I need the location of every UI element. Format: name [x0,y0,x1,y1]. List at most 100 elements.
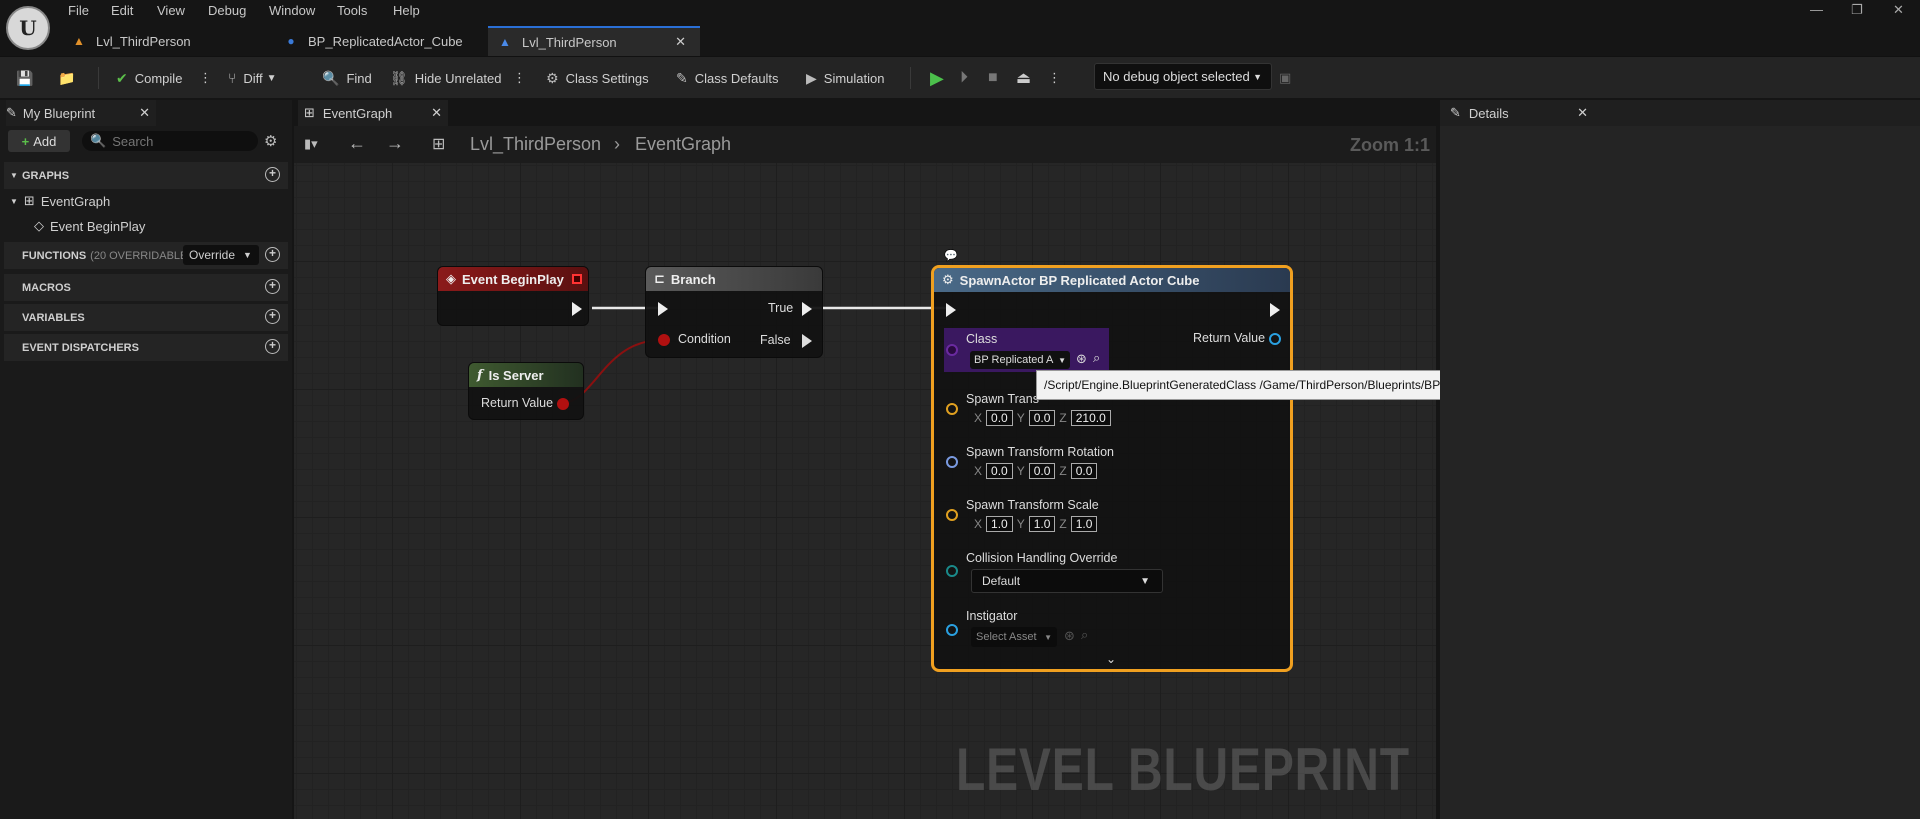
use-selected-icon[interactable]: ⊛ [1064,628,1075,644]
add-button[interactable]: + Add [8,130,70,152]
expand-advanced-icon[interactable]: ⌄ [1106,652,1116,666]
exec-false-pin[interactable] [802,334,812,348]
close-tab-icon[interactable]: ✕ [675,34,686,50]
use-selected-icon[interactable]: ⊛ [1076,351,1087,367]
menu-window[interactable]: Window [269,3,315,18]
menu-debug[interactable]: Debug [208,3,246,18]
class-settings-button[interactable]: ⚙ Class Settings [546,57,649,99]
diff-button[interactable]: ⑂ Diff ▼ [228,57,277,99]
zoom-indicator: Zoom 1:1 [1350,135,1431,155]
rotation-y-input[interactable]: 0.0 [1028,463,1056,479]
add-function-icon[interactable]: + [265,247,280,262]
unreal-logo-icon[interactable]: U [6,6,50,50]
add-dispatcher-icon[interactable]: + [265,339,280,354]
menu-file[interactable]: File [68,3,89,18]
delegate-pin-icon[interactable] [572,274,582,284]
compile-button[interactable]: ✔ Compile [116,57,182,99]
add-graph-icon[interactable]: + [265,167,280,182]
eject-icon[interactable]: ⏏ [1016,57,1031,99]
rotation-x-input[interactable]: 0.0 [986,463,1013,479]
doc-tab-level-1[interactable]: ▲ Lvl_ThirdPerson [72,26,272,56]
play-options-icon[interactable]: ⋮ [1048,57,1061,99]
doc-tab-level-active[interactable]: ▲ Lvl_ThirdPerson ✕ [488,26,700,56]
section-graphs[interactable]: ▼ GRAPHS + [4,162,288,189]
menu-help[interactable]: Help [393,3,420,18]
condition-pin[interactable] [658,334,670,346]
back-arrow-icon[interactable]: ← [348,133,366,154]
compile-options-icon[interactable]: ⋮ [199,57,212,99]
class-defaults-button[interactable]: ✎ Class Defaults [676,57,779,99]
add-variable-icon[interactable]: + [265,309,280,324]
browse-search-icon[interactable]: ⌕ [1081,627,1088,643]
node-spawn-actor[interactable]: ⚙ SpawnActor BP Replicated Actor Cube Cl… [931,265,1293,672]
close-window-icon[interactable]: ✕ [1893,2,1904,18]
scale-y-input[interactable]: 1.0 [1028,516,1056,532]
hide-options-icon[interactable]: ⋮ [513,57,526,99]
search-field[interactable]: 🔍 [82,131,258,151]
my-blueprint-tab[interactable]: ✎ My Blueprint ✕ [6,100,156,126]
save-icon[interactable]: 💾 [16,57,40,99]
close-tab-icon[interactable]: ✕ [431,105,442,121]
settings-gear-icon[interactable]: ⚙ [264,132,277,150]
rotation-z-input[interactable]: 0.0 [1070,463,1098,479]
menu-edit[interactable]: Edit [111,3,133,18]
spawn-rotation-pin[interactable] [946,456,958,468]
simulation-button[interactable]: ▶ Simulation [806,57,884,99]
stop-icon[interactable]: ■ [988,57,998,99]
find-button[interactable]: 🔍 Find [322,57,372,99]
exec-out-pin[interactable] [1270,303,1280,317]
class-pin[interactable] [946,344,958,356]
menu-view[interactable]: View [157,3,185,18]
exec-out-pin[interactable] [572,302,582,316]
scale-x-input[interactable]: 1.0 [986,516,1013,532]
translation-z-input[interactable]: 210.0 [1070,410,1111,426]
add-macro-icon[interactable]: + [265,279,280,294]
details-tab[interactable]: ✎ Details ✕ [1444,100,1594,126]
breadcrumb-level[interactable]: Lvl_ThirdPerson [470,134,601,155]
debug-object-select[interactable]: No debug object selected ▼ [1094,63,1272,90]
eventgraph-tab[interactable]: ⊞ EventGraph ✕ [298,100,448,126]
instigator-select[interactable]: Select Asset ▼ [971,627,1057,647]
exec-in-pin[interactable] [658,302,668,316]
graph-canvas[interactable]: ◈ Event BeginPlay f Is Server Return Val… [294,163,1436,819]
restore-icon[interactable]: ❐ [1851,2,1863,18]
close-tab-icon[interactable]: ✕ [139,105,150,121]
exec-true-pin[interactable] [802,302,812,316]
menu-tools[interactable]: Tools [337,3,367,18]
translation-y-input[interactable]: 0.0 [1028,410,1056,426]
bookmark-icon[interactable]: ▮▾ [304,136,318,152]
bool-out-pin[interactable] [557,398,569,410]
debug-filter-icon[interactable]: ▣ [1279,57,1291,99]
node-event-beginplay[interactable]: ◈ Event BeginPlay [437,266,589,326]
comment-bubble-icon[interactable]: 💬 [944,249,958,262]
node-is-server[interactable]: f Is Server Return Value [468,362,584,420]
exec-in-pin[interactable] [946,303,956,317]
section-macros[interactable]: MACROS + [4,274,288,301]
step-icon[interactable]: ⏵ [960,57,968,99]
doc-tab-blueprint[interactable]: ● BP_ReplicatedActor_Cube [284,26,484,56]
section-variables[interactable]: VARIABLES + [4,304,288,331]
return-value-pin[interactable] [1269,333,1281,345]
close-tab-icon[interactable]: ✕ [1577,105,1588,121]
instigator-pin[interactable] [946,624,958,636]
play-icon[interactable]: ▶ [930,57,944,99]
collision-dropdown[interactable]: Default ▼ [971,569,1163,593]
hide-unrelated-button[interactable]: ⛓ Hide Unrelated [390,57,502,99]
minimize-icon[interactable]: — [1810,2,1823,17]
search-input[interactable] [112,133,243,149]
browse-icon[interactable]: 📁 [58,57,82,99]
browse-search-icon[interactable]: ⌕ [1093,350,1100,366]
spawn-scale-pin[interactable] [946,509,958,521]
spawn-translation-pin[interactable] [946,403,958,415]
forward-arrow-icon[interactable]: → [386,133,404,154]
override-dropdown[interactable]: Override ▼ [183,245,259,265]
section-functions[interactable]: FUNCTIONS (20 OVERRIDABLE) Override ▼ + [4,242,288,269]
section-event-dispatchers[interactable]: EVENT DISPATCHERS + [4,334,288,361]
scale-z-input[interactable]: 1.0 [1070,516,1098,532]
class-select[interactable]: BP Replicated A ▼ [970,351,1070,369]
graph-item-eventgraph[interactable]: ▼ ⊞ EventGraph [10,193,110,209]
collision-pin[interactable] [946,565,958,577]
translation-x-input[interactable]: 0.0 [986,410,1013,426]
graph-item-beginplay[interactable]: ◇ Event BeginPlay [34,218,145,234]
node-branch[interactable]: ⊏ Branch True Condition False [645,266,823,358]
